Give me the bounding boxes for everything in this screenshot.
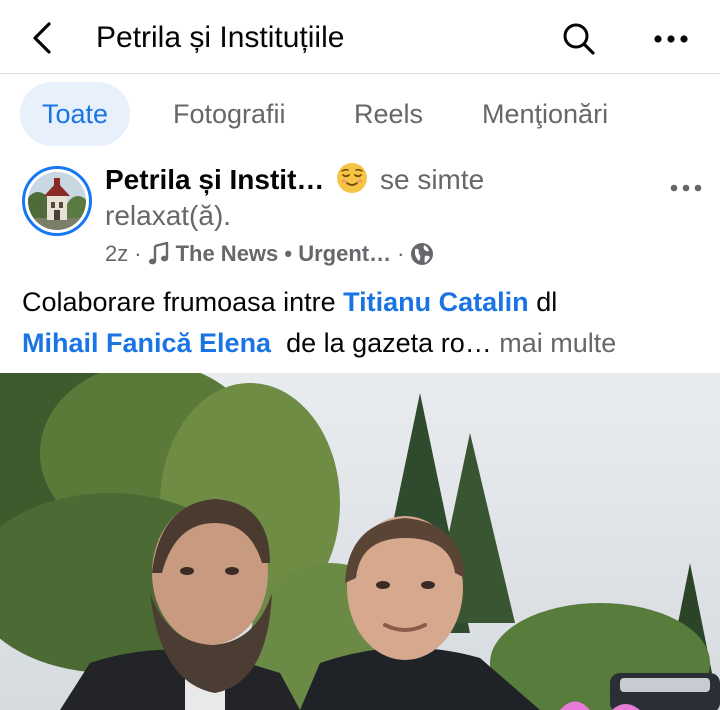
feeling-prefix: se simte: [379, 164, 485, 195]
top-bar: Petrila și Instituțiile: [0, 0, 720, 74]
search-button[interactable]: [558, 18, 600, 60]
post-time[interactable]: 2z: [105, 240, 128, 268]
search-icon: [563, 23, 595, 55]
feeling-text: relaxat(ă).: [105, 200, 232, 231]
globe-icon: [411, 243, 434, 265]
more-options-button[interactable]: [650, 18, 692, 60]
see-more-link[interactable]: mai multe: [499, 328, 616, 358]
avatar[interactable]: [22, 166, 92, 236]
more-horizontal-icon: [670, 184, 702, 192]
music-note-icon: [148, 242, 168, 265]
post-text-end: de la gazeta ro…: [271, 328, 492, 358]
page-title: Petrila și Instituțiile: [96, 21, 345, 54]
post-photo[interactable]: [0, 373, 720, 710]
post-text-start: Colaborare frumoasa intre: [22, 287, 344, 317]
more-horizontal-icon: [654, 35, 688, 43]
meta-separator: ·: [397, 241, 405, 266]
chevron-left-icon: [33, 22, 51, 54]
back-button[interactable]: [22, 18, 62, 58]
author-line: Petrila și Instit… se simte: [105, 162, 484, 198]
post-text-line-2: Mihail Fanică Elena de la gazeta ro… mai…: [22, 323, 702, 364]
post-text-mid: dl: [528, 287, 558, 317]
mention-link[interactable]: Titianu Catalin: [343, 287, 529, 317]
tab-mentionari[interactable]: Menţionări: [482, 82, 608, 146]
relieved-face-emoji: [337, 163, 368, 193]
post-text: Colaborare frumoasa intre Titianu Catali…: [22, 282, 702, 364]
song-title[interactable]: The News • Urgent…: [176, 240, 392, 268]
post-header: Petrila și Instit… se simte relaxat(ă). …: [0, 158, 720, 268]
post-text-line-1: Colaborare frumoasa intre Titianu Catali…: [22, 282, 702, 323]
post-meta: 2z · The News • Urgent… ·: [105, 240, 434, 268]
tab-reels[interactable]: Reels: [354, 82, 423, 146]
mention-link[interactable]: Mihail Fanică Elena: [22, 328, 271, 358]
tab-toate[interactable]: Toate: [20, 82, 131, 146]
tab-fotografii[interactable]: Fotografii: [173, 82, 286, 146]
author-name[interactable]: Petrila și Instit…: [105, 164, 324, 195]
avatar-image: [28, 172, 86, 230]
filter-tabs: Toate Fotografii Reels Menţionări: [0, 82, 720, 146]
meta-separator: ·: [134, 241, 142, 266]
post-options-button[interactable]: [664, 168, 708, 208]
